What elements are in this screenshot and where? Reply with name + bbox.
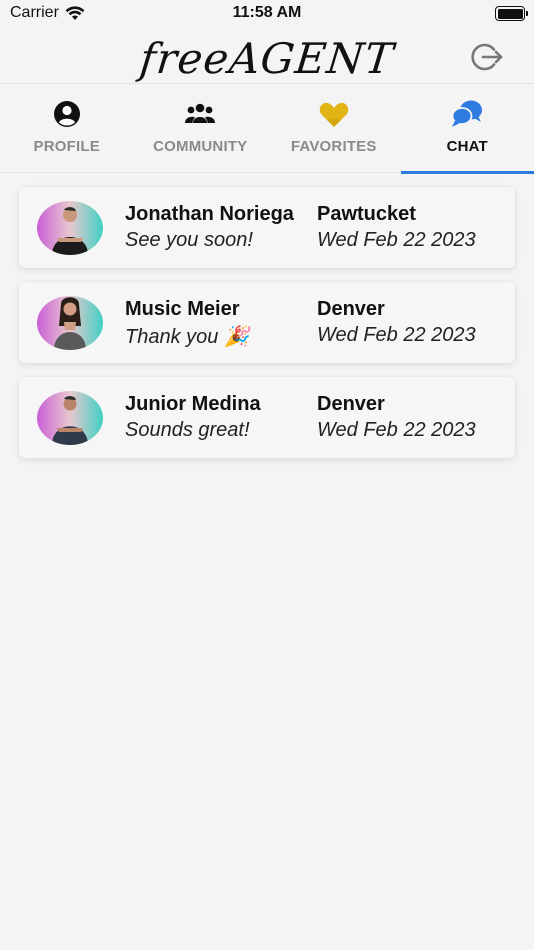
tab-favorites-label: FAVORITES — [290, 138, 377, 155]
tab-chat[interactable]: CHAT — [400, 85, 534, 174]
chat-date: Wed Feb 22 2023 — [317, 324, 476, 346]
avatar — [37, 296, 103, 350]
tab-profile[interactable]: PROFILE — [0, 85, 134, 173]
status-bar: Carrier 11:58 AM — [0, 0, 534, 28]
chat-list: Jonathan Noriega See you soon! Pawtucket… — [19, 187, 515, 472]
chat-city: Denver — [317, 393, 385, 415]
chat-last-message: Sounds great! — [125, 419, 250, 441]
tab-chat-label: CHAT — [446, 138, 488, 155]
hearts-icon — [318, 99, 350, 129]
chat-name: Music Meier — [125, 298, 240, 320]
user-circle-icon — [51, 99, 83, 129]
chat-item[interactable]: Jonathan Noriega See you soon! Pawtucket… — [19, 187, 515, 268]
chat-date: Wed Feb 22 2023 — [317, 419, 476, 441]
tab-profile-label: PROFILE — [33, 138, 100, 155]
chat-last-message: See you soon! — [125, 229, 253, 251]
battery-icon — [495, 6, 528, 21]
status-time: 11:58 AM — [232, 4, 302, 21]
tab-community[interactable]: COMMUNITY — [134, 85, 268, 173]
chat-bubbles-icon — [451, 99, 483, 129]
app-header: freeAGENT — [0, 30, 534, 84]
status-right — [495, 6, 528, 21]
app-logo: freeAGENT — [137, 34, 397, 83]
chat-name: Jonathan Noriega — [125, 203, 294, 225]
tab-favorites[interactable]: FAVORITES — [267, 85, 401, 173]
avatar — [37, 391, 103, 445]
tab-bar: PROFILE COMMUNITY FAVORITES CHAT — [0, 85, 534, 174]
chat-item[interactable]: Junior Medina Sounds great! Denver Wed F… — [19, 377, 515, 458]
chat-item[interactable]: Music Meier Thank you 🎉 Denver Wed Feb 2… — [19, 282, 515, 363]
chat-city: Pawtucket — [317, 203, 416, 225]
chat-date: Wed Feb 22 2023 — [317, 229, 476, 251]
logout-icon — [471, 43, 503, 71]
chat-city: Denver — [317, 298, 385, 320]
tab-community-label: COMMUNITY — [153, 138, 248, 155]
avatar — [37, 201, 103, 255]
chat-name: Junior Medina — [125, 393, 261, 415]
group-icon — [184, 99, 216, 129]
logout-button[interactable] — [470, 40, 504, 74]
chat-last-message: Thank you 🎉 — [125, 326, 249, 348]
